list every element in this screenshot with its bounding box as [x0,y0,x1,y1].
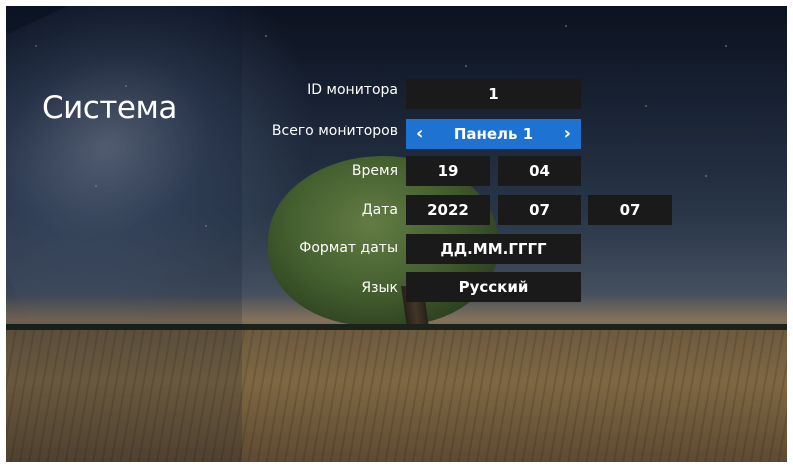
chevron-left-icon[interactable]: ‹ [416,125,423,143]
monitor-id-field[interactable]: 1 [406,79,581,109]
total-monitors-value: Панель 1 [453,125,534,143]
time-minutes-field[interactable]: 04 [498,156,581,186]
date-month-field[interactable]: 07 [498,195,581,225]
date-format-label: Формат даты [299,240,398,256]
monitor-id-label: ID монитора [307,82,398,98]
date-format-field[interactable]: ДД.ММ.ГГГГ [406,234,581,264]
time-label: Время [351,163,398,179]
total-monitors-selector[interactable]: ‹ Панель 1 › [406,119,581,149]
language-field[interactable]: Русский [406,272,581,302]
chevron-right-icon[interactable]: › [564,125,571,143]
language-label: Язык [361,280,398,296]
date-day-field[interactable]: 07 [588,195,672,225]
total-monitors-label: Всего мониторов [271,123,398,139]
settings-screen: Система ID монитора 1 Всего мониторов ‹ … [6,6,787,462]
time-hours-field[interactable]: 19 [406,156,490,186]
left-panel: Система [6,6,242,462]
date-year-field[interactable]: 2022 [406,195,490,225]
date-label: Дата [361,202,398,218]
page-title: Система [42,90,177,126]
